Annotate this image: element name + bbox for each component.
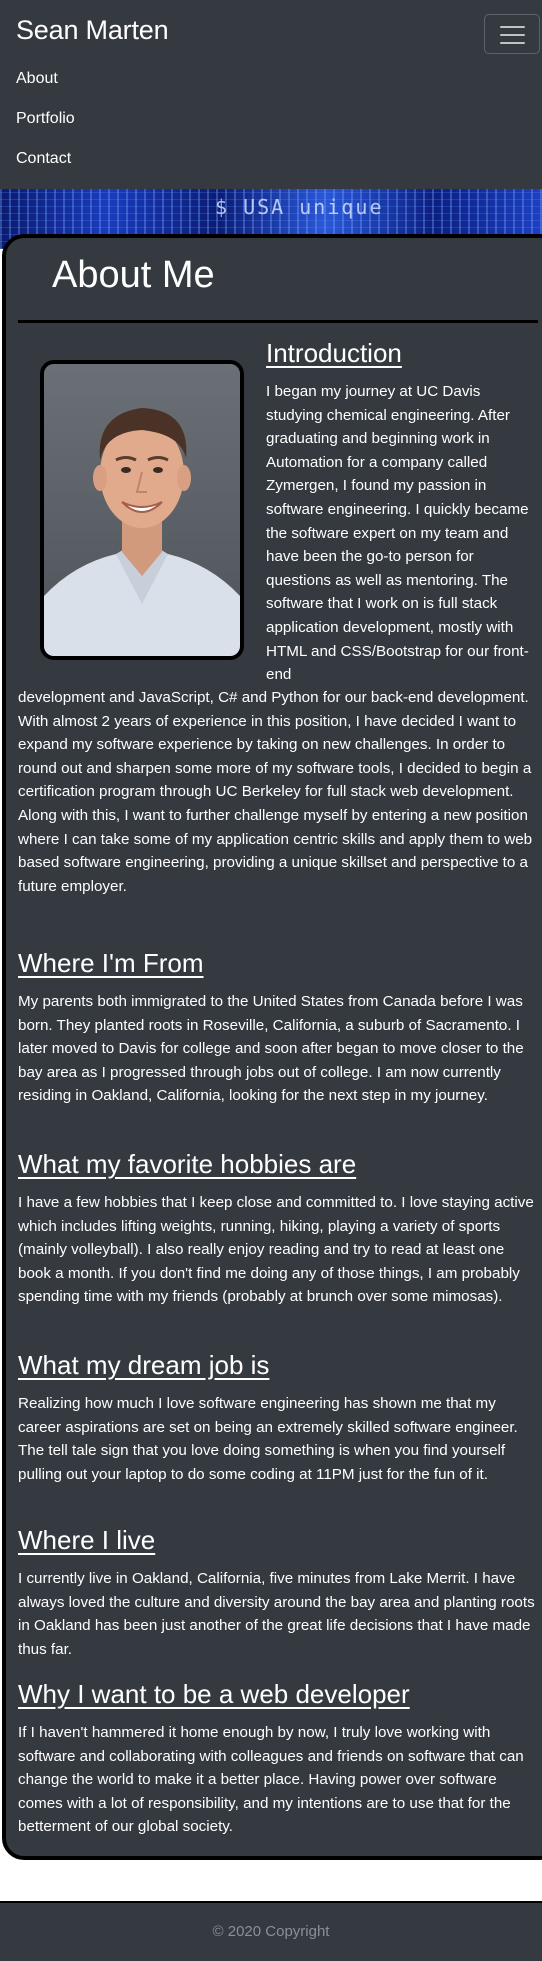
footer: © 2020 Copyright xyxy=(0,1901,542,1961)
title-divider xyxy=(18,320,538,323)
navbar-toggler-button[interactable] xyxy=(484,14,540,54)
where-from-paragraph: My parents both immigrated to the United… xyxy=(18,993,524,1105)
hobbies-paragraph: I have a few hobbies that I keep close a… xyxy=(18,1194,534,1306)
nav-link-contact[interactable]: Contact xyxy=(16,150,71,168)
page-title: About Me xyxy=(52,254,215,296)
brand-link[interactable]: Sean Marten xyxy=(16,15,169,46)
section-heading-web-developer: Why I want to be a web developer xyxy=(18,1679,410,1709)
banner-text: $ USA unique xyxy=(215,195,384,219)
dream-job-paragraph: Realizing how much I love software engin… xyxy=(18,1395,518,1483)
nav-link-about[interactable]: About xyxy=(16,70,58,88)
intro-paragraph: development and JavaScript, C# and Pytho… xyxy=(18,689,533,895)
section-heading-hobbies: What my favorite hobbies are xyxy=(18,1149,357,1179)
nav-link-portfolio[interactable]: Portfolio xyxy=(16,110,75,128)
where-live-paragraph: I currently live in Oakland, California,… xyxy=(18,1570,535,1658)
intro-paragraph-wrap: I began my journey at UC Davis studying … xyxy=(266,383,529,684)
portrait-photo xyxy=(40,360,244,660)
section-heading-where-from: Where I'm From xyxy=(18,948,204,978)
section-heading-introduction: Introduction xyxy=(266,338,402,368)
section-heading-where-live: Where I live xyxy=(18,1525,156,1555)
footer-copyright: © 2020 Copyright xyxy=(212,1923,330,1940)
portrait-illustration xyxy=(44,364,240,656)
section-heading-dream-job: What my dream job is xyxy=(18,1350,270,1380)
web-developer-paragraph: If I haven't hammered it home enough by … xyxy=(18,1724,524,1836)
navbar: Sean Marten About Portfolio Contact xyxy=(0,0,542,189)
